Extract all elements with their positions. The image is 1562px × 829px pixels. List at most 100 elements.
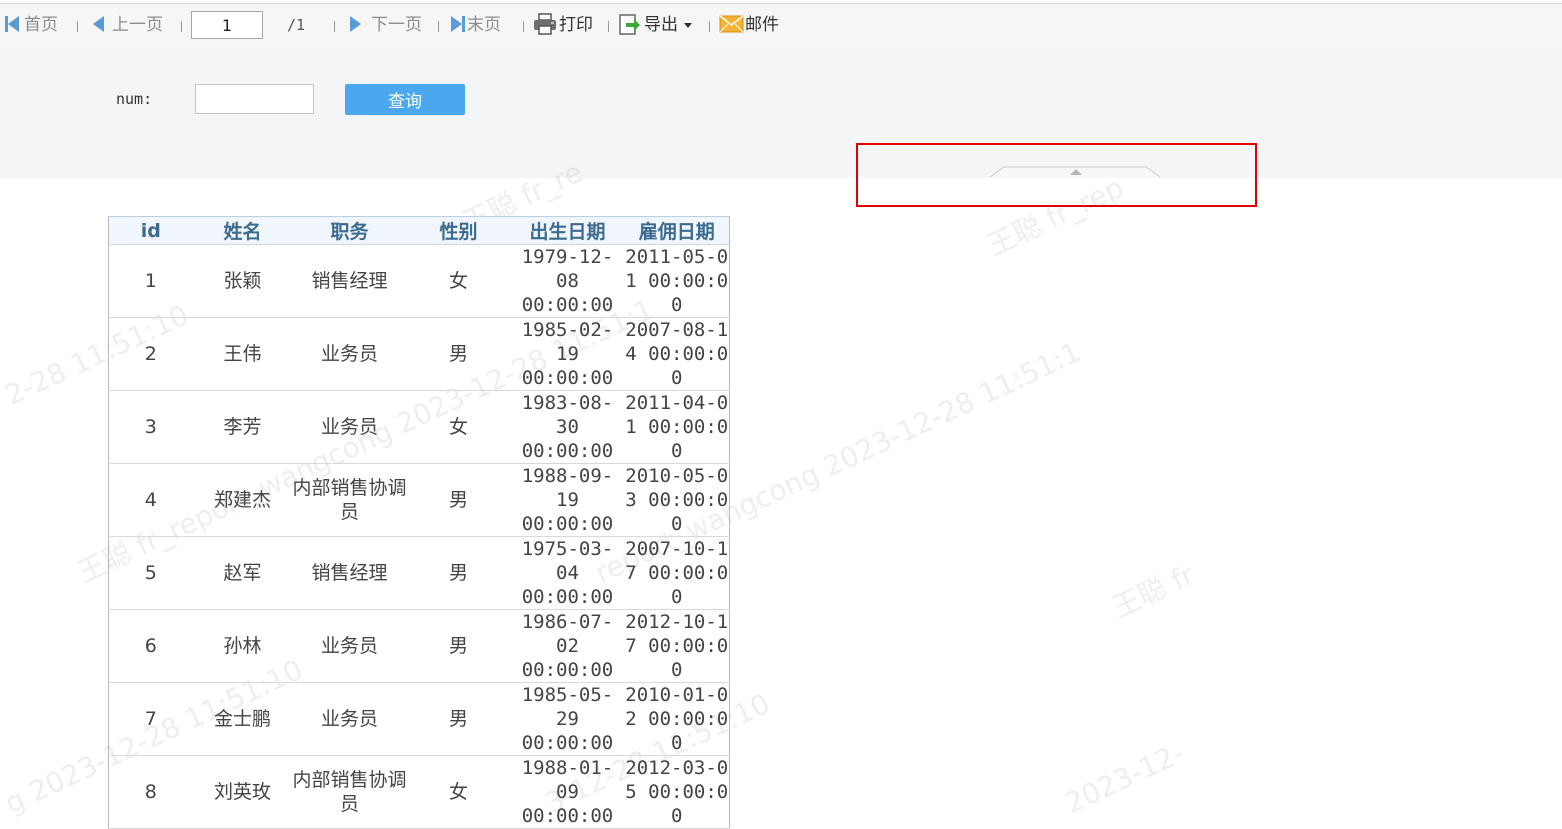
cell-id: 2 (108, 317, 193, 391)
prev-page-label: 上一页 (112, 15, 163, 35)
cell-title: 业务员 (292, 317, 407, 391)
cell-birth: 1986-07-02 00:00:00 (510, 609, 625, 683)
cell-gender: 男 (406, 317, 511, 391)
cell-name: 王伟 (192, 317, 293, 391)
cell-gender: 男 (406, 536, 511, 610)
column-header-title: 职务 (292, 216, 407, 245)
cell-title: 销售经理 (292, 244, 407, 318)
cell-hire: 2011-05-01 00:00:00 (624, 244, 730, 318)
cell-hire: 2012-10-17 00:00:00 (624, 609, 730, 683)
cell-gender: 男 (406, 463, 511, 537)
table-row: 3 李芳 业务员女 1983-08-30 00:00:00 2011-04-01 00:… (108, 390, 730, 464)
cell-hire: 2011-04-01 00:00:00 (624, 390, 730, 464)
print-label: 打印 (559, 15, 593, 35)
table-row: 4 郑建杰 内部销售协调员男 1988-09-19 00:00:00 2010-05-0… (108, 463, 730, 537)
cell-title: 业务员 (292, 390, 407, 464)
cell-hire: 2010-01-02 00:00:00 (624, 682, 730, 756)
cell-id: 5 (108, 536, 193, 610)
prev-page-icon (93, 16, 104, 32)
cell-birth: 1979-12-08 00:00:00 (510, 244, 625, 318)
export-button[interactable]: 导出 (618, 4, 692, 47)
toolbar-divider (181, 21, 182, 32)
report-toolbar: 首页 上一页 /1 下一页 末页 打印 导出 邮件 (0, 3, 1562, 48)
cell-id: 1 (108, 244, 193, 318)
cell-title: 内部销售协调员 (292, 755, 407, 829)
table-row: 2 王伟 业务员男 1985-02-19 00:00:00 2007-08-14 00:… (108, 317, 730, 391)
export-icon (619, 14, 640, 35)
last-page-label: 末页 (467, 15, 501, 35)
cell-name: 张颖 (192, 244, 293, 318)
cell-gender: 男 (406, 682, 511, 756)
table-row: 7 金士鹏 业务员男 1985-05-29 00:00:00 2010-01-02 00… (108, 682, 730, 756)
table-row: 5 赵军 销售经理男 1975-03-04 00:00:00 2007-10-17 00… (108, 536, 730, 610)
cell-gender: 女 (406, 390, 511, 464)
table-row: 6 孙林 业务员男 1986-07-02 00:00:00 2012-10-17 00:… (108, 609, 730, 683)
last-page-icon (451, 16, 462, 32)
highlight-box (856, 143, 1257, 207)
cell-title: 销售经理 (292, 536, 407, 610)
cell-name: 孙林 (192, 609, 293, 683)
table-row: 1 张颖 销售经理女 1979-12-08 00:00:00 2011-05-01 00… (108, 244, 730, 318)
page-number-input[interactable] (191, 11, 263, 39)
cell-gender: 女 (406, 244, 511, 318)
column-header-name: 姓名 (192, 216, 293, 245)
mail-icon (719, 15, 744, 33)
cell-birth: 1975-03-04 00:00:00 (510, 536, 625, 610)
cell-name: 赵军 (192, 536, 293, 610)
toolbar-divider (523, 21, 524, 32)
mail-button[interactable]: 邮件 (719, 4, 779, 47)
watermark-text: 王聪 fr (1107, 558, 1200, 625)
cell-birth: 1985-02-19 00:00:00 (510, 317, 625, 391)
first-page-label: 首页 (24, 15, 58, 35)
cell-hire: 2007-10-17 00:00:00 (624, 536, 730, 610)
cell-id: 4 (108, 463, 193, 537)
printer-icon (534, 13, 556, 35)
cell-gender: 女 (406, 755, 511, 829)
next-page-icon (350, 16, 361, 32)
print-button[interactable]: 打印 (533, 4, 593, 47)
cell-birth: 1988-01-09 00:00:00 (510, 755, 625, 829)
prev-page-button[interactable]: 上一页 (93, 4, 163, 47)
cell-hire: 2010-05-03 00:00:00 (624, 463, 730, 537)
cell-hire: 2007-08-14 00:00:00 (624, 317, 730, 391)
cell-birth: 1985-05-29 00:00:00 (510, 682, 625, 756)
query-button[interactable]: 查询 (345, 84, 465, 115)
next-page-label: 下一页 (371, 15, 422, 35)
toolbar-divider (438, 21, 439, 32)
table-header-row: id 姓名 职务 性别 出生日期 雇佣日期 (108, 216, 730, 245)
cell-title: 业务员 (292, 609, 407, 683)
num-label: num: (116, 90, 153, 108)
last-page-bar-icon (462, 16, 465, 32)
column-header-birth-date: 出生日期 (510, 216, 625, 245)
cell-name: 刘英玫 (192, 755, 293, 829)
last-page-button[interactable]: 末页 (451, 4, 501, 47)
page-total: /1 (287, 16, 306, 34)
cell-hire: 2012-03-05 00:00:00 (624, 755, 730, 829)
mail-label: 邮件 (745, 15, 779, 35)
num-input[interactable] (195, 84, 314, 114)
column-header-hire-date: 雇佣日期 (624, 216, 730, 245)
chevron-down-icon (684, 23, 692, 28)
cell-id: 7 (108, 682, 193, 756)
toolbar-divider (334, 21, 335, 32)
cell-title: 业务员 (292, 682, 407, 756)
cell-gender: 男 (406, 609, 511, 683)
cell-birth: 1988-09-19 00:00:00 (510, 463, 625, 537)
cell-birth: 1983-08-30 00:00:00 (510, 390, 625, 464)
toolbar-divider (77, 21, 78, 32)
employee-table: id 姓名 职务 性别 出生日期 雇佣日期 1 张颖 销售经理女 1979-12-08… (108, 216, 730, 829)
cell-title: 内部销售协调员 (292, 463, 407, 537)
first-page-button[interactable]: 首页 (5, 4, 58, 47)
column-header-gender: 性别 (406, 216, 511, 245)
cell-name: 李芳 (192, 390, 293, 464)
cell-name: 郑建杰 (192, 463, 293, 537)
next-page-button[interactable]: 下一页 (350, 4, 422, 47)
table-row: 8 刘英玫 内部销售协调员女 1988-01-09 00:00:00 2012-03-0… (108, 755, 730, 829)
cell-id: 8 (108, 755, 193, 829)
cell-id: 6 (108, 609, 193, 683)
toolbar-divider (709, 21, 710, 32)
watermark-text: 2023-12- (1060, 736, 1190, 820)
export-label: 导出 (644, 15, 678, 35)
first-page-arrow-icon (8, 16, 19, 32)
column-header-id: id (108, 216, 193, 245)
